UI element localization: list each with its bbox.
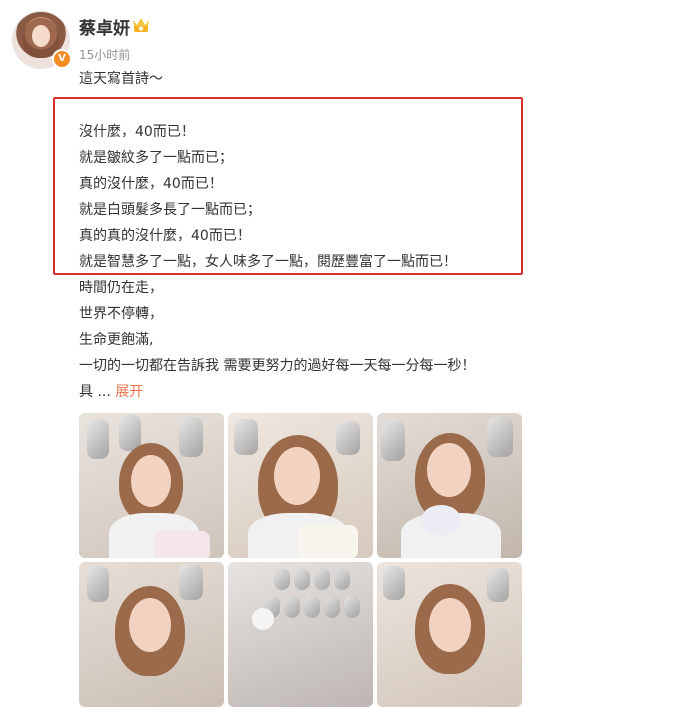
photo-thumbnail-4[interactable]: [79, 562, 224, 707]
highlighted-line: 就是智慧多了一點，女人味多了一點，閱歷豐富了一點而已！: [79, 254, 457, 270]
photo-thumbnail-2[interactable]: [228, 413, 373, 558]
post-line: 生命更飽滿,: [79, 332, 154, 348]
highlighted-line: 就是皺紋多了一點而已；: [79, 150, 233, 166]
photo-thumbnail-3[interactable]: [377, 413, 522, 558]
photo-thumbnail-1[interactable]: [79, 413, 224, 558]
highlighted-line: 真的真的沒什麼，40而已！: [79, 228, 251, 244]
highlighted-line: 就是白頭髮多長了一點而已；: [79, 202, 261, 218]
post-line: 一切的一切都在告訴我 需要更努力的過好每一天每一分每一秒！: [79, 358, 476, 374]
username[interactable]: 蔡卓妍: [79, 14, 130, 39]
photo-thumbnail-5[interactable]: [228, 562, 373, 707]
verified-badge-icon: V: [52, 49, 72, 69]
truncated-line: 具 ... 展开: [79, 381, 143, 401]
post-intro: 這天寫首詩～: [79, 71, 163, 87]
photo-thumbnail-6[interactable]: [377, 562, 522, 707]
highlighted-line: 真的沒什麼，40而已！: [79, 176, 223, 192]
crown-icon: [133, 18, 149, 32]
expand-link[interactable]: 展开: [115, 384, 143, 400]
post-timestamp[interactable]: 15小时前: [79, 46, 130, 63]
highlighted-line: 沒什麼，40而已！: [79, 124, 195, 140]
post-line: 世界不停轉，: [79, 306, 163, 322]
post-line: 時間仍在走，: [79, 280, 163, 296]
truncated-text: 具 ...: [79, 384, 111, 400]
avatar-face: [32, 25, 50, 47]
